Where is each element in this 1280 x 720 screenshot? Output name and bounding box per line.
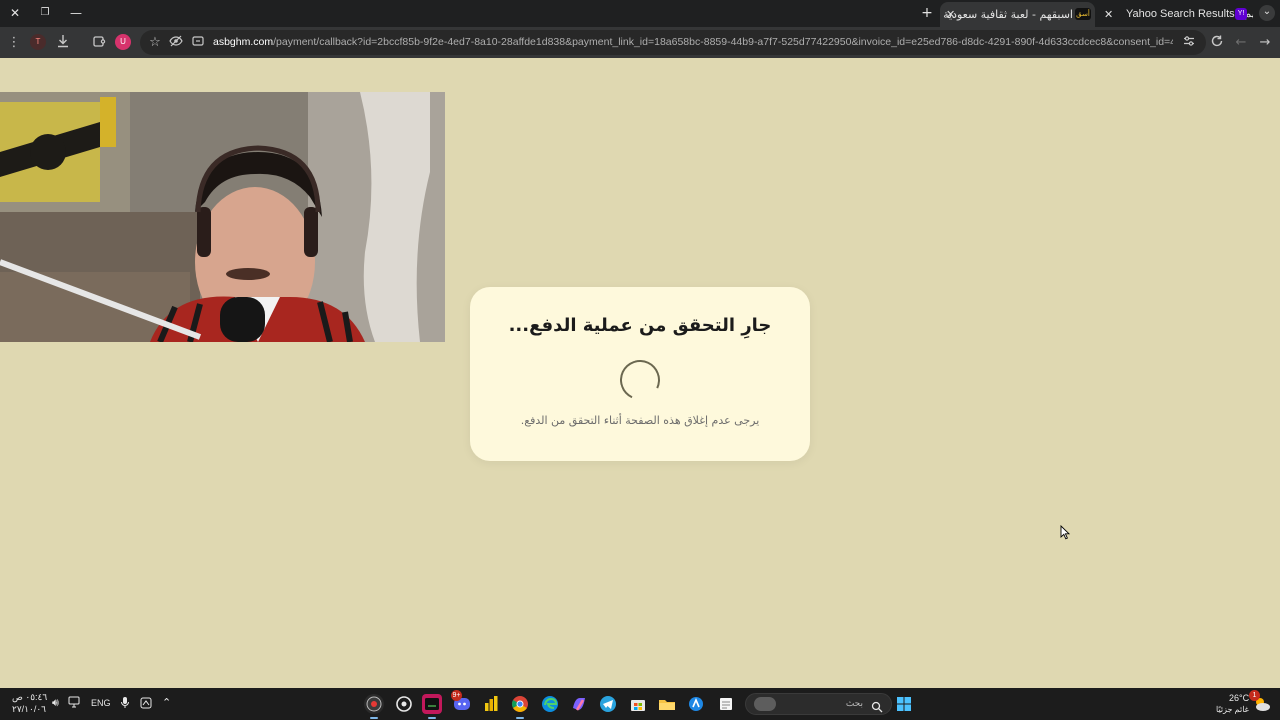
back-arrow-icon[interactable]: →	[1256, 34, 1274, 52]
chrome-icon[interactable]	[510, 694, 530, 719]
url-path: /payment/callback?id=2bccf85b-9f2e-4ed7-…	[273, 36, 1173, 48]
tab-search-menu-icon[interactable]: ⌄	[1259, 5, 1275, 21]
bookmark-star-icon[interactable]: ☆	[146, 34, 164, 52]
window-restore-icon[interactable]: ❐	[36, 5, 54, 21]
search-highlight-icon	[754, 697, 776, 711]
eye-off-icon[interactable]	[167, 34, 185, 52]
url-host: asbghm.com	[213, 36, 274, 48]
site-settings-tune-icon[interactable]	[1180, 34, 1198, 52]
terminal-app-icon[interactable]	[422, 694, 442, 719]
profile-avatar[interactable]: T	[30, 34, 46, 50]
extensions-puzzle-icon[interactable]	[90, 34, 108, 52]
tab-favicon: أسق	[1075, 8, 1091, 20]
verification-subtitle: يرجى عدم إغلاق هذه الصفحة أثناء التحقق م…	[520, 414, 760, 427]
mouse-cursor-icon	[1060, 524, 1071, 544]
clock-time[interactable]: ٠٥:٤٦ ص	[12, 692, 47, 703]
clock-date[interactable]: ٢٧/١٠/٠٦	[12, 704, 46, 715]
recording-app-icon[interactable]	[364, 694, 384, 719]
weather-badge: 1	[1249, 690, 1260, 701]
discord-badge: 9+	[451, 690, 462, 701]
download-icon[interactable]	[54, 34, 72, 52]
edge-icon[interactable]	[540, 694, 560, 714]
notepad-icon[interactable]	[716, 694, 736, 714]
power-bi-icon[interactable]	[481, 694, 501, 714]
search-placeholder: بحث	[845, 698, 863, 708]
taskbar-search-box[interactable]: بحث	[745, 693, 892, 715]
microphone-icon[interactable]	[120, 696, 130, 714]
windows-start-icon[interactable]	[894, 694, 914, 714]
tab-title: اسبقهم - لعبة ثقافية سعودية	[943, 8, 1073, 21]
reload-icon[interactable]	[1208, 34, 1226, 52]
tab-asbghm[interactable]: ✕ اسبقهم - لعبة ثقافية سعودية أسق	[940, 2, 1095, 27]
url-text[interactable]: asbghm.com/payment/callback?id=2bccf85b-…	[213, 30, 1173, 55]
payment-verification-card: جارِ التحقق من عملية الدفع... يرجى عدم إ…	[470, 287, 810, 461]
window-minimize-icon[interactable]: —	[67, 5, 85, 21]
discord-icon[interactable]: 9+	[451, 690, 472, 714]
yahoo-favicon-icon: Y!	[1235, 8, 1247, 20]
weather-cloud-icon[interactable]: 1	[1249, 690, 1272, 714]
copilot-icon[interactable]	[569, 694, 589, 714]
new-tab-button[interactable]: +	[918, 5, 936, 21]
tray-app-icon[interactable]	[140, 696, 152, 714]
browser-toolbar: ⋮ T U ☆ asbghm.com/payment/callback?id=2…	[0, 27, 1280, 58]
speaker-icon[interactable]: 🔊︎	[52, 697, 59, 710]
telegram-icon[interactable]	[598, 694, 618, 714]
verification-title: جارِ التحقق من عملية الدفع...	[508, 315, 772, 336]
weather-temperature[interactable]: 26°C	[1229, 693, 1249, 703]
tab-close-icon[interactable]: ✕	[1104, 2, 1113, 27]
menu-kebab-icon[interactable]: ⋮	[5, 34, 23, 52]
taskbar: ٠٥:٤٦ ص ٢٧/١٠/٠٦ 🔊︎ ENG ⌃ 9+ بحث 26°C غا…	[0, 688, 1280, 720]
loading-spinner	[614, 354, 666, 406]
tab-strip: ✕ ❐ — + ✕ اسبقهم - لعبة ثقافية سعودية أس…	[0, 0, 1280, 27]
microsoft-store-icon[interactable]	[628, 694, 648, 714]
tab-title: Yahoo Search Results - اسبقهم	[1126, 8, 1253, 20]
tab-yahoo[interactable]: ✕ Yahoo Search Results - اسبقهم Y!	[1098, 2, 1253, 27]
address-bar[interactable]: ☆ asbghm.com/payment/callback?id=2bccf85…	[140, 30, 1206, 55]
forward-arrow-icon[interactable]: ←	[1232, 34, 1250, 52]
steam-icon[interactable]	[394, 694, 414, 714]
search-icon	[871, 698, 883, 717]
webcam-overlay	[0, 92, 445, 342]
language-indicator[interactable]: ENG	[91, 698, 111, 708]
weather-description[interactable]: غائم جزئيًا	[1216, 705, 1249, 714]
show-hidden-icons-chevron-icon[interactable]: ⌃	[162, 696, 171, 709]
file-explorer-icon[interactable]	[657, 694, 677, 714]
extension-avatar[interactable]: U	[115, 34, 131, 50]
window-close-icon[interactable]: ✕	[6, 5, 24, 21]
network-icon[interactable]	[68, 695, 80, 713]
vpn-app-icon[interactable]	[686, 694, 706, 714]
site-info-icon[interactable]	[189, 34, 207, 52]
